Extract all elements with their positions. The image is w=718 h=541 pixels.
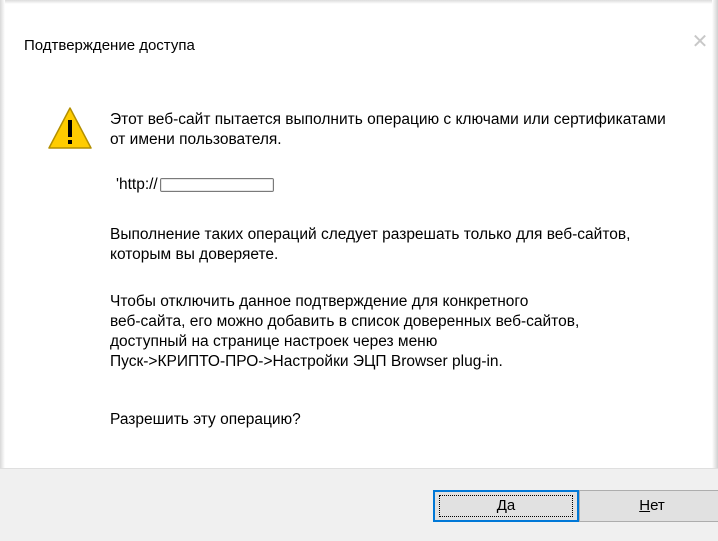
instruction-line: веб-сайта, его можно добавить в список д… bbox=[110, 313, 580, 330]
message-trust-advice: Выполнение таких операций следует разреш… bbox=[110, 226, 631, 263]
warning-icon bbox=[48, 107, 92, 149]
window-shadow-right bbox=[712, 0, 718, 540]
message-disable-instructions: Чтобы отключить данное подтверждение для… bbox=[110, 292, 690, 372]
instruction-line: доступный на странице настроек через мен… bbox=[110, 333, 438, 350]
no-button[interactable]: Нет bbox=[579, 490, 718, 522]
dialog-title: Подтверждение доступа bbox=[24, 37, 195, 54]
instruction-line: Чтобы отключить данное подтверждение для… bbox=[110, 293, 529, 310]
focus-rectangle bbox=[439, 495, 573, 517]
window-shadow-top bbox=[0, 0, 718, 4]
instruction-line: Пуск->КРИПТО-ПРО->Настройки ЭЦП Browser … bbox=[110, 353, 503, 370]
url-prefix: 'http:// bbox=[116, 176, 158, 193]
site-url-row: 'http:// bbox=[116, 175, 274, 195]
close-icon[interactable]: ✕ bbox=[688, 30, 712, 54]
access-confirmation-dialog: Подтверждение доступа ✕ Этот веб-сайт пы… bbox=[0, 0, 718, 541]
yes-button[interactable]: Да bbox=[433, 490, 579, 522]
no-label-rest: ет bbox=[650, 497, 665, 514]
no-mnemonic: Н bbox=[639, 497, 651, 514]
window-shadow-left bbox=[0, 0, 5, 540]
confirmation-question: Разрешить эту операцию? bbox=[110, 411, 301, 428]
url-redacted-field bbox=[159, 177, 274, 192]
message-operation-warning: Этот веб-сайт пытается выполнить операци… bbox=[110, 111, 666, 148]
